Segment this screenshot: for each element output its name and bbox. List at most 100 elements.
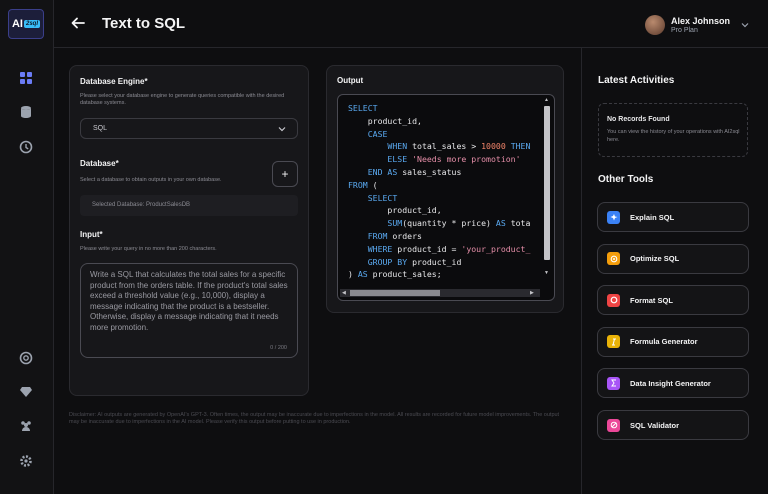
code-token: CASE <box>348 128 388 139</box>
code-token: 10000 <box>481 141 506 152</box>
scroll-up-icon[interactable]: ▲ <box>544 97 549 103</box>
user-plan: Pro Plan <box>670 27 698 34</box>
tool-button[interactable]: Explain SQL <box>597 202 749 232</box>
input-help: Please write your query in no more than … <box>80 246 217 252</box>
diamond-icon[interactable] <box>18 384 34 400</box>
sidebar: AI 2sql <box>0 0 54 494</box>
query-input[interactable]: Write a SQL that calculates the total sa… <box>80 263 298 358</box>
code-token: 'Needs more promotion' <box>412 154 521 165</box>
code-line: ) AS product_sales; <box>348 268 530 281</box>
logo-text: AI <box>11 18 23 30</box>
disclaimer: Disclaimer: AI outputs are generated by … <box>69 412 560 425</box>
top-header: Text to SQL Alex Johnson Pro Plan <box>54 0 768 48</box>
logo-badge: 2sql <box>23 20 40 28</box>
code-line: FROM ( <box>348 179 530 192</box>
code-line: SUM(quantity * price) AS tota <box>348 217 530 230</box>
settings-gear-icon[interactable] <box>18 453 34 469</box>
horizontal-scrollbar[interactable]: ◀ ▶ <box>340 289 540 297</box>
tool-button[interactable]: SQL Validator <box>597 410 749 440</box>
right-column-divider <box>581 48 582 494</box>
optimize-icon <box>607 252 620 266</box>
database-label: Database* <box>80 159 119 168</box>
tool-button[interactable]: Format SQL <box>597 285 749 316</box>
code-token: SELECT <box>348 103 378 113</box>
code-line: WHEN total_sales > 10000 THEN <box>348 140 530 153</box>
code-token: product_sales; <box>367 269 442 280</box>
code-line: CASE <box>348 128 530 141</box>
database-help: Select a database to obtain outputs in y… <box>80 177 222 183</box>
selected-database-text: Selected Database: ProductSalesDB <box>92 202 191 208</box>
code-token: WHEN <box>348 141 413 152</box>
history-icon[interactable] <box>18 139 34 155</box>
tool-button[interactable]: Data Insight Generator <box>597 368 749 399</box>
code-line: product_id, <box>348 204 530 217</box>
tool-name: SQL Validator <box>630 420 680 430</box>
validator-icon <box>607 418 620 432</box>
sparkle-icon <box>607 210 620 224</box>
tool-name: Optimize SQL <box>630 254 680 264</box>
other-tools-title: Other Tools <box>598 174 654 185</box>
vertical-scrollbar[interactable]: ▲ ▼ <box>543 97 551 278</box>
code-line: product_id, <box>348 115 530 128</box>
output-panel: Output SELECT product_id, CASE WHEN tota… <box>326 65 564 313</box>
code-token: (quantity * price) <box>402 218 496 229</box>
empty-activities-card: No Records Found You can view the histor… <box>598 103 748 157</box>
engine-select-value: SQL <box>93 125 108 132</box>
scroll-down-icon[interactable]: ▼ <box>544 270 549 276</box>
tool-name: Formula Generator <box>630 337 698 347</box>
chevron-down-icon <box>278 127 286 132</box>
code-token: AS <box>495 218 506 229</box>
code-token: tota <box>505 218 531 229</box>
tool-button[interactable]: Formula Generator <box>597 326 749 357</box>
code-token: 'your_product_ <box>461 243 531 254</box>
back-arrow-icon[interactable] <box>70 15 86 31</box>
code-token: SELECT <box>348 192 398 203</box>
output-title: Output <box>337 76 364 85</box>
code-token: FROM <box>348 179 368 190</box>
support-icon[interactable] <box>18 350 34 366</box>
avatar <box>644 15 665 35</box>
scroll-right-icon[interactable]: ▶ <box>530 290 534 296</box>
app-logo[interactable]: AI 2sql <box>8 9 44 39</box>
tool-name: Explain SQL <box>630 212 675 222</box>
code-token: THEN <box>505 141 531 152</box>
code-token: product_id, <box>348 205 442 216</box>
code-token: WHERE <box>348 243 393 254</box>
latest-activities-title: Latest Activities <box>598 75 675 86</box>
sigma-icon <box>607 376 620 390</box>
code-token: product_id = <box>392 243 462 254</box>
code-token: END AS <box>348 166 403 177</box>
code-line: GROUP BY product_id <box>348 256 530 269</box>
code-token: product_id, <box>348 115 422 126</box>
scroll-left-icon[interactable]: ◀ <box>342 290 346 296</box>
code-token: orders <box>387 230 422 241</box>
user-name: Alex Johnson <box>670 16 730 26</box>
tool-button[interactable]: Optimize SQL <box>597 243 749 274</box>
code-token: FROM <box>348 230 388 241</box>
code-output[interactable]: SELECT product_id, CASE WHEN total_sales… <box>337 94 555 301</box>
user-menu[interactable]: Alex Johnson Pro Plan <box>644 12 750 38</box>
page-title: Text to SQL <box>102 15 186 32</box>
code-token: total_sales > <box>412 141 482 152</box>
engine-select[interactable]: SQL <box>80 118 298 139</box>
code-line: SELECT <box>348 192 530 205</box>
input-label: Input* <box>80 230 103 239</box>
character-counter: 0 / 200 <box>270 345 287 351</box>
scrollbar-thumb[interactable] <box>544 106 550 260</box>
code-line: SELECT <box>348 102 530 115</box>
team-icon[interactable] <box>18 418 34 434</box>
add-database-button[interactable]: + <box>272 161 298 187</box>
scrollbar-thumb[interactable] <box>350 290 440 296</box>
dashboard-icon[interactable] <box>18 70 34 86</box>
code-line: WHERE product_id = 'your_product_ <box>348 243 531 256</box>
code-line: ELSE 'Needs more promotion' <box>348 153 530 166</box>
code-token: sales_status <box>402 166 462 177</box>
formula-icon <box>607 335 620 349</box>
format-icon <box>607 293 620 307</box>
code-token: ( <box>367 179 378 190</box>
query-input-text: Write a SQL that calculates the total sa… <box>90 270 288 332</box>
code-token: product_id <box>407 256 462 267</box>
chevron-down-icon <box>741 23 749 28</box>
database-icon[interactable] <box>18 104 34 120</box>
tool-name: Data Insight Generator <box>630 378 711 388</box>
